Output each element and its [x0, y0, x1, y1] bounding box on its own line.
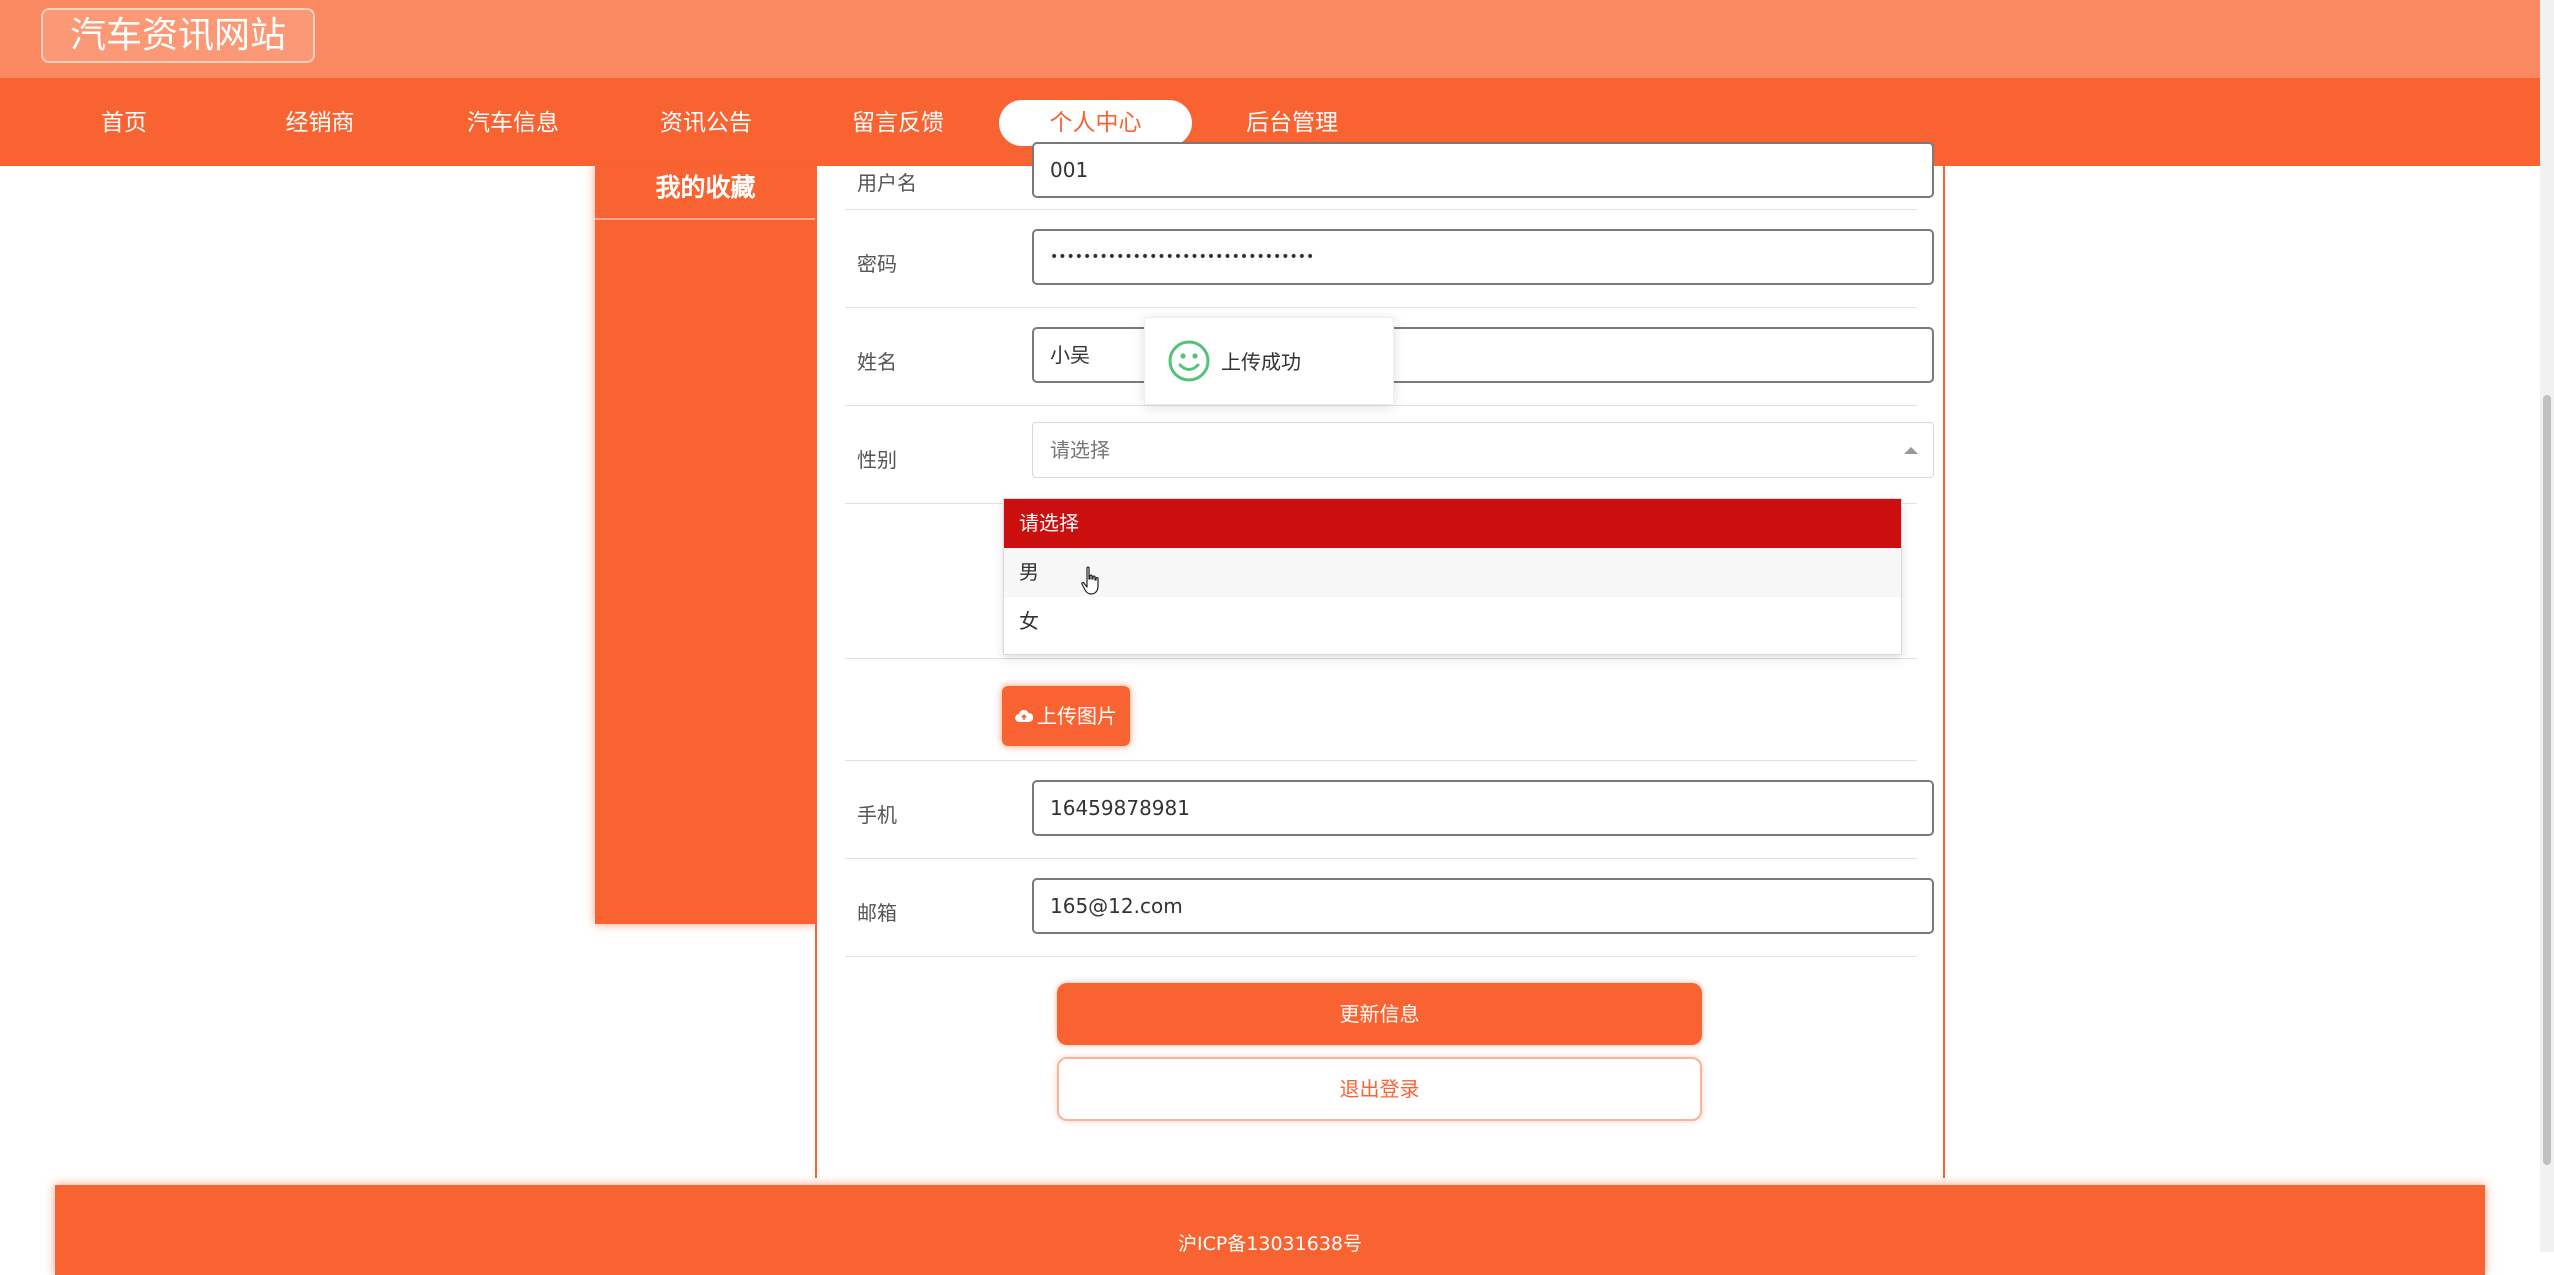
gender-option-placeholder[interactable]: 请选择: [1004, 499, 1901, 548]
sidebar-item-favorites[interactable]: 我的收藏: [595, 166, 816, 220]
name-label: 姓名: [857, 350, 897, 374]
profile-sidebar: 我的收藏: [595, 166, 816, 924]
nav-item-car-info[interactable]: 汽车信息: [415, 100, 611, 146]
upload-image-button[interactable]: 上传图片: [1002, 686, 1130, 746]
hand-cursor-icon: [1081, 566, 1099, 595]
username-row: 用户名 001: [845, 116, 1934, 210]
email-label: 邮箱: [857, 901, 897, 925]
nav-item-dealers[interactable]: 经销商: [222, 100, 418, 146]
gender-select[interactable]: 请选择: [1032, 422, 1934, 478]
site-title[interactable]: 汽车资讯网站: [41, 8, 316, 63]
nav-item-home[interactable]: 首页: [26, 100, 222, 146]
cloud-upload-icon: [1015, 709, 1033, 722]
password-field[interactable]: ••••••••••••••••••••••••••••••••: [1032, 229, 1934, 285]
email-field[interactable]: 165@12.com: [1032, 878, 1934, 934]
gender-label: 性别: [857, 448, 897, 472]
phone-label: 手机: [857, 803, 897, 827]
logout-button[interactable]: 退出登录: [1057, 1057, 1702, 1121]
username-label: 用户名: [857, 171, 917, 195]
gender-dropdown: 请选择 男 女: [1003, 498, 1902, 655]
phone-row: 手机 16459878981: [845, 761, 1934, 859]
smile-icon: [1168, 340, 1210, 382]
gender-row: 性别 请选择: [845, 406, 1934, 504]
nav-item-news[interactable]: 资讯公告: [608, 100, 804, 146]
site-header: 汽车资讯网站: [0, 0, 2540, 78]
site-footer: 沪ICP备13031638号: [55, 1185, 2485, 1275]
email-row: 邮箱 165@12.com: [845, 859, 1934, 957]
gender-option-male[interactable]: 男: [1004, 548, 1901, 597]
upload-image-label: 上传图片: [1037, 704, 1117, 728]
toast-message: 上传成功: [1221, 350, 1301, 374]
gender-option-female[interactable]: 女: [1004, 597, 1901, 646]
password-row: 密码 ••••••••••••••••••••••••••••••••: [845, 210, 1934, 308]
phone-field[interactable]: 16459878981: [1032, 780, 1934, 836]
password-label: 密码: [857, 252, 897, 276]
scrollbar-thumb[interactable]: [2543, 395, 2551, 1165]
chevron-up-icon: [1904, 447, 1918, 454]
upload-success-toast: 上传成功: [1144, 317, 1394, 405]
page-scrollbar[interactable]: [2540, 0, 2554, 1252]
update-info-button[interactable]: 更新信息: [1057, 983, 1702, 1045]
gender-select-value: 请选择: [1050, 438, 1110, 462]
username-field[interactable]: 001: [1032, 142, 1934, 198]
